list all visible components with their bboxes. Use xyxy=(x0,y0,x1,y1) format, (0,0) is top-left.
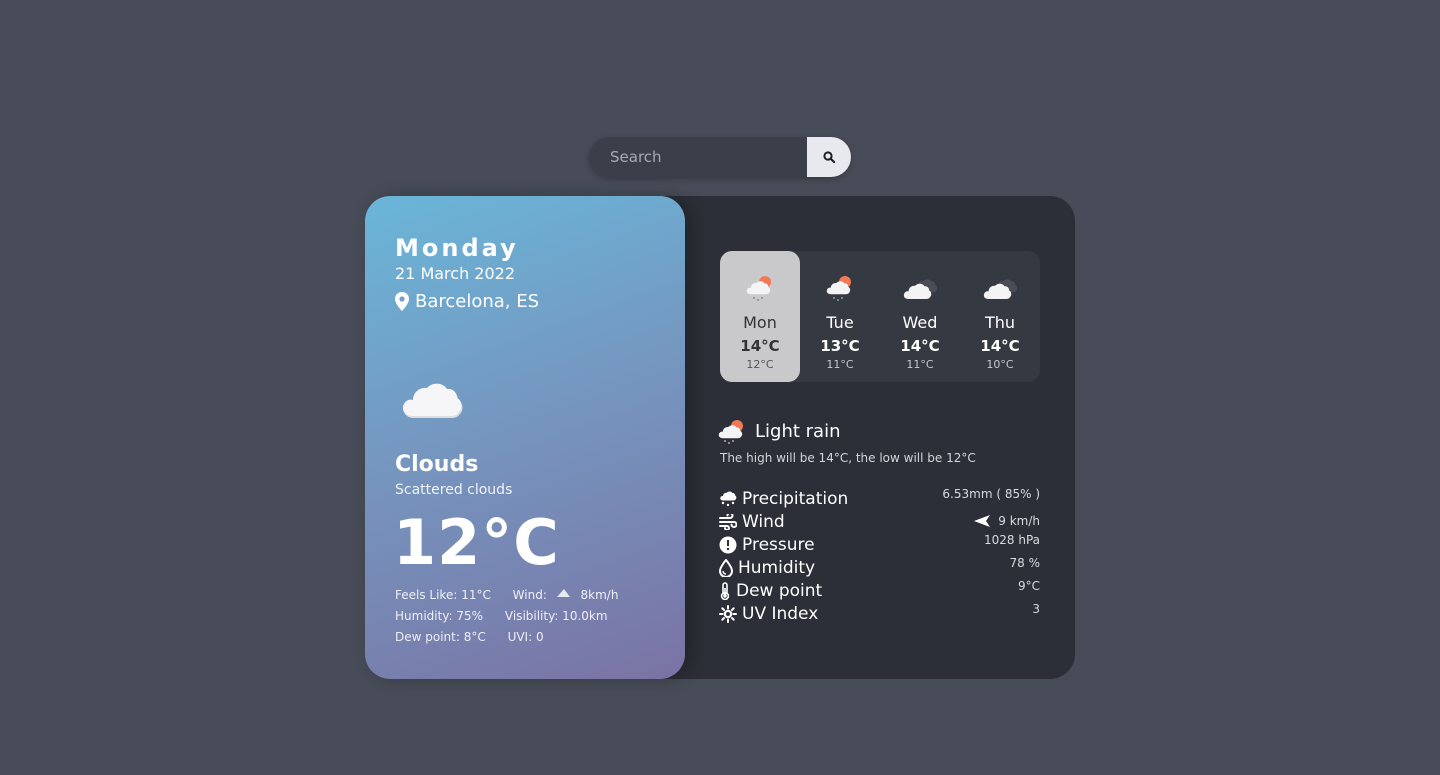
search-button[interactable] xyxy=(807,137,851,177)
detail-row-pressure: Pressure 1028 hPa xyxy=(719,533,1040,556)
thermometer-icon xyxy=(720,581,730,600)
detail-row-dew-point: Dew point 9°C xyxy=(719,579,1040,602)
current-weather-card: Monday 21 March 2022 Barcelona, ES Cloud… xyxy=(365,196,685,679)
detail-row-uv-index: UV Index 3 xyxy=(719,602,1040,625)
location: Barcelona, ES xyxy=(395,291,655,312)
uv-icon xyxy=(719,604,737,623)
detail-row-humidity: Humidity 78 % xyxy=(719,556,1040,579)
forecast-high: 14°C xyxy=(740,337,780,355)
forecast-day-mon[interactable]: Mon 14°C 12°C xyxy=(720,251,800,382)
current-stats: Feels Like: 11°C Wind: 8km/h Humidity: 7… xyxy=(395,585,626,648)
rain-sun-cloud-icon xyxy=(718,420,743,444)
detail-title: Light rain xyxy=(755,420,841,442)
forecast-low: 12°C xyxy=(746,358,774,371)
humidity-stat: Humidity: 75% xyxy=(395,609,484,623)
detail-summary-text: The high will be 14°C, the low will be 1… xyxy=(720,451,976,465)
current-date: 21 March 2022 xyxy=(395,264,516,283)
feels-like: Feels Like: 11°C xyxy=(395,588,491,602)
cloud-icon xyxy=(903,279,938,299)
cloud-icon xyxy=(399,376,463,420)
detail-label: Precipitation xyxy=(742,488,849,509)
current-day: Monday xyxy=(395,234,519,262)
pressure-icon xyxy=(719,536,737,553)
detail-value-wrap: 9 km/h xyxy=(974,514,1040,528)
detail-value: 9°C xyxy=(1017,579,1040,593)
detail-list: Precipitation 6.53mm ( 85% ) Wind 9 km/h xyxy=(719,487,1040,625)
forecast-day-label: Wed xyxy=(902,313,938,332)
detail-value: 78 % xyxy=(1009,556,1041,570)
wind-direction-icon xyxy=(556,589,570,597)
map-pin-icon xyxy=(395,292,409,311)
detail-row-precipitation: Precipitation 6.53mm ( 85% ) xyxy=(719,487,1040,510)
humidity-icon xyxy=(719,558,733,577)
forecast-day-tue[interactable]: Tue 13°C 11°C xyxy=(800,251,880,382)
rain-sun-cloud-icon xyxy=(826,276,851,301)
uvi-stat: UVI: 0 xyxy=(507,630,544,644)
detail-value: 3 xyxy=(1032,602,1040,616)
forecast-day-label: Tue xyxy=(826,313,854,332)
forecast-low: 11°C xyxy=(906,358,934,371)
wind-direction-icon xyxy=(974,514,991,527)
detail-label: Dew point xyxy=(736,580,823,601)
detail-value: 1028 hPa xyxy=(983,533,1040,547)
wind-label: Wind: xyxy=(512,588,547,602)
precipitation-icon xyxy=(720,491,737,507)
forecast-day-label: Thu xyxy=(984,313,1016,332)
forecast-day-label: Mon xyxy=(743,313,777,332)
detail-label: Pressure xyxy=(742,534,815,555)
detail-summary: Light rain xyxy=(717,418,840,444)
forecast-strip: Mon 14°C 12°C Tue 13°C 11°C Wed 14°C 11°… xyxy=(720,251,1040,382)
detail-label: UV Index xyxy=(742,603,819,624)
detail-label: Humidity xyxy=(738,557,816,578)
current-temperature: 12°C xyxy=(393,506,560,579)
search-input[interactable] xyxy=(589,137,807,177)
condition-description: Scattered clouds xyxy=(395,482,513,498)
detail-row-wind: Wind 9 km/h xyxy=(719,510,1040,533)
cloud-icon xyxy=(983,279,1018,299)
wind-value: 8km/h xyxy=(580,588,619,602)
detail-label: Wind xyxy=(742,511,785,532)
dew-point-stat: Dew point: 8°C xyxy=(395,630,486,644)
forecast-high: 14°C xyxy=(980,337,1020,355)
forecast-low: 11°C xyxy=(826,358,854,371)
forecast-day-wed[interactable]: Wed 14°C 11°C xyxy=(880,251,960,382)
visibility-stat: Visibility: 10.0km xyxy=(504,609,608,623)
condition-title: Clouds xyxy=(395,452,479,477)
detail-value: 6.53mm ( 85% ) xyxy=(942,487,1040,501)
wind-icon xyxy=(719,513,737,530)
search-icon xyxy=(823,151,835,163)
forecast-high: 14°C xyxy=(900,337,940,355)
search-bar xyxy=(589,137,851,177)
location-label: Barcelona, ES xyxy=(415,291,540,312)
forecast-high: 13°C xyxy=(820,337,860,355)
detail-value: 9 km/h xyxy=(998,514,1040,528)
forecast-low: 10°C xyxy=(986,358,1014,371)
forecast-day-thu[interactable]: Thu 14°C 10°C xyxy=(960,251,1040,382)
rain-sun-cloud-icon xyxy=(746,276,771,301)
